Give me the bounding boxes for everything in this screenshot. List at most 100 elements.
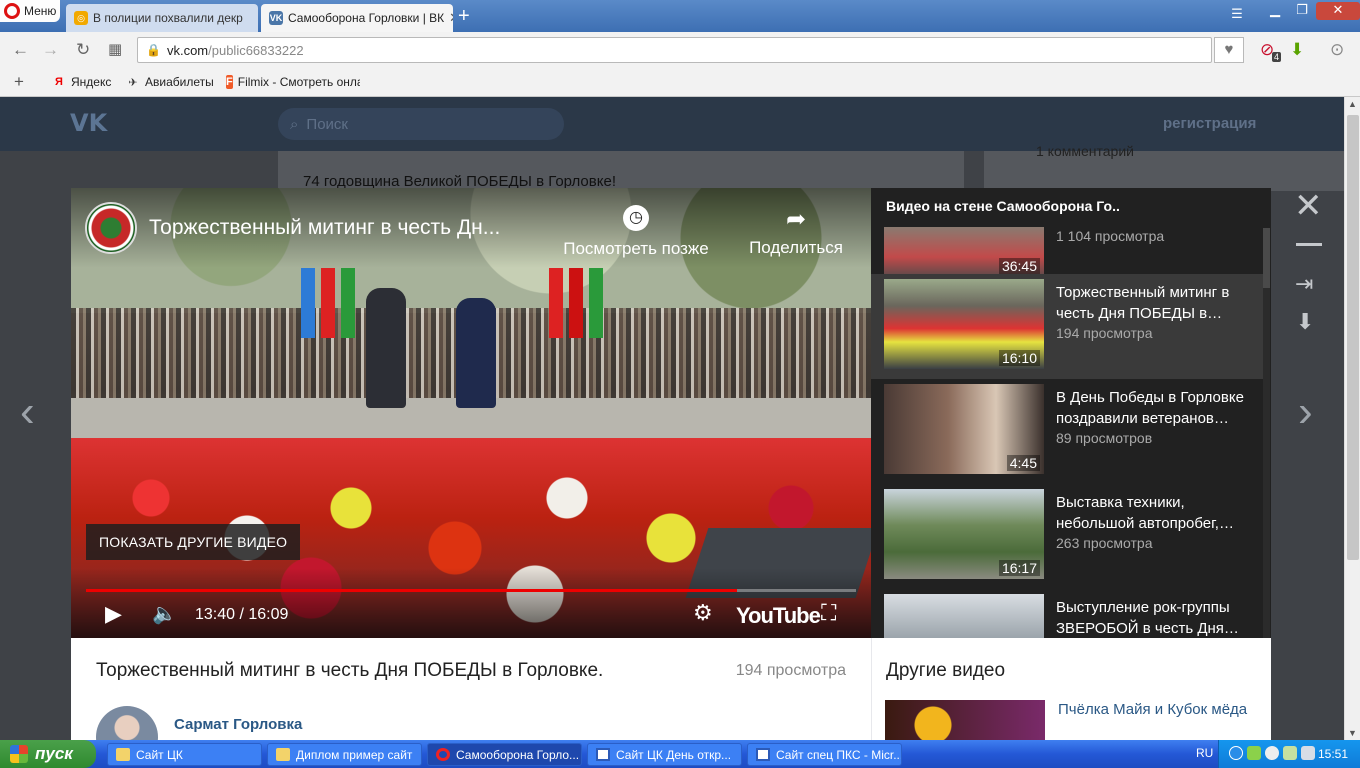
video-frame-flag <box>569 268 583 338</box>
playlist-thumbnail: 4:45 <box>884 384 1044 474</box>
register-link[interactable]: регистрация <box>1163 115 1256 132</box>
bookmark-filmix[interactable]: F Filmix - Смотреть онлай <box>226 75 360 89</box>
video-frame-person <box>366 288 406 408</box>
taskbar-item-label: Самооборона Горло... <box>456 747 580 762</box>
other-video-thumbnail[interactable] <box>885 700 1045 740</box>
share-button[interactable]: ➦ Поделиться <box>741 205 851 258</box>
opera-menu-button[interactable]: Меню <box>0 0 60 22</box>
folder-icon <box>116 748 130 761</box>
tray-monitor-icon[interactable] <box>1283 746 1297 760</box>
author-name-link[interactable]: Сармат Горловка <box>174 716 302 733</box>
url-path: /public66833222 <box>208 42 304 58</box>
taskbar-item[interactable]: Сайт ЦК День откр... <box>587 743 742 766</box>
progress-bar[interactable] <box>86 589 856 592</box>
show-more-videos-button[interactable]: ПОКАЗАТЬ ДРУГИЕ ВИДЕО <box>86 524 301 560</box>
taskbar-item[interactable]: Сайт ЦК <box>107 743 262 766</box>
taskbar-item-active[interactable]: Самооборона Горло... <box>427 743 582 766</box>
channel-avatar[interactable] <box>85 202 137 254</box>
tray-volume-icon[interactable] <box>1301 746 1315 760</box>
playlist-item-current[interactable]: 16:10 Торжественный митинг в честь Дня П… <box>871 274 1263 379</box>
start-label: пуск <box>35 744 73 763</box>
views-label: 1 104 просмотра <box>1056 228 1165 244</box>
minimize-button[interactable]: ▁ <box>1262 2 1288 20</box>
video-player[interactable]: Торжественный митинг в честь Дн... ◷ Пос… <box>71 188 871 638</box>
playlist-item[interactable]: Выступление рок-группы ЗВЕРОБОЙ в честь … <box>871 589 1263 638</box>
back-icon[interactable]: ← <box>12 40 29 60</box>
playlist-item-title: В День Победы в Горловке поздравили вете… <box>1056 389 1244 427</box>
bookmark-yandex[interactable]: Я Яндекс <box>52 75 111 89</box>
playlist-item[interactable]: 4:45 В День Победы в Горловке поздравили… <box>871 379 1263 484</box>
youtube-logo[interactable]: YouTube <box>736 603 821 629</box>
news-favicon-icon: ◎ <box>74 11 88 25</box>
tab-close-icon[interactable]: ✕ <box>449 10 453 26</box>
tray-network-icon[interactable] <box>1247 746 1261 760</box>
vk-logo[interactable]: VK <box>70 109 112 137</box>
download-video-icon[interactable]: ⬇ <box>1296 309 1314 335</box>
add-bookmark-icon[interactable]: + <box>14 72 24 92</box>
volume-icon[interactable]: 🔈 <box>152 601 177 626</box>
video-views: 194 просмотра <box>735 662 846 679</box>
dock-video-icon[interactable]: ⇥ <box>1295 271 1313 297</box>
new-tab-button[interactable]: + <box>458 6 470 26</box>
tab-news[interactable]: ◎ В полиции похвалили декр <box>66 4 258 32</box>
url-field[interactable]: 🔒 vk.com/public66833222 <box>137 37 1212 63</box>
playlist-thumbnail: 36:45 <box>884 227 1044 277</box>
speed-dial-icon[interactable]: ▦ <box>108 40 122 58</box>
video-frame-flag <box>321 268 335 338</box>
prev-video-arrow-icon[interactable]: ‹ <box>20 387 35 437</box>
clock-icon: ◷ <box>623 205 649 231</box>
other-videos-heading: Другие видео <box>886 660 1006 681</box>
clock: 15:51 <box>1317 747 1348 761</box>
download-extension-icon[interactable]: ⬇ <box>1290 40 1304 60</box>
taskbar-item[interactable]: Диплом пример сайт <box>267 743 422 766</box>
other-video-title-link[interactable]: Пчёлка Майя и Кубок мёда <box>1058 700 1258 720</box>
next-video-arrow-icon[interactable]: › <box>1298 387 1313 437</box>
bookmarks-bar: + Я Яндекс ✈ Авиабилеты F Filmix - Смотр… <box>0 68 1360 97</box>
video-frame-flag <box>549 268 563 338</box>
video-title-overlay[interactable]: Торжественный митинг в честь Дн... <box>149 216 500 240</box>
bookmark-label: Авиабилеты <box>145 75 214 89</box>
start-button[interactable]: пуск <box>0 740 96 768</box>
vk-search-input[interactable]: ⌕ Поиск <box>278 108 564 140</box>
downloads-icon[interactable]: ⊙ <box>1330 40 1344 60</box>
page-scrollbar[interactable]: ▲ ▼ <box>1344 97 1360 740</box>
page-scroll-thumb[interactable] <box>1347 115 1359 560</box>
scroll-down-icon[interactable]: ▼ <box>1348 728 1357 738</box>
tray-back-icon[interactable] <box>1229 746 1243 760</box>
views-label: 89 просмотров <box>1056 430 1153 446</box>
taskbar-item[interactable]: Сайт спец ПКС - Micr... <box>747 743 902 766</box>
maximize-button[interactable]: ❐ <box>1289 2 1315 20</box>
playlist-item[interactable]: 16:17 Выставка техники, небольшой автопр… <box>871 484 1263 589</box>
close-video-icon[interactable]: ✕ <box>1294 189 1323 223</box>
playlist-scrollbar[interactable] <box>1263 228 1270 638</box>
playlist-thumbnail: 16:17 <box>884 489 1044 579</box>
tab-menu-icon[interactable]: ☰ <box>1224 6 1250 24</box>
watch-later-button[interactable]: ◷ Посмотреть позже <box>556 205 716 259</box>
taskbar-item-label: Сайт спец ПКС - Micr... <box>776 747 902 762</box>
bookmark-heart-icon[interactable]: ♥ <box>1214 37 1244 63</box>
reload-icon[interactable]: ↻ <box>76 40 90 60</box>
tray-app-icon[interactable] <box>1265 746 1279 760</box>
video-frame-person <box>456 298 496 408</box>
settings-gear-icon[interactable]: ⚙ <box>693 600 713 626</box>
close-window-button[interactable]: ✕ <box>1316 2 1360 20</box>
forward-icon[interactable]: → <box>42 40 59 60</box>
bookmark-avia[interactable]: ✈ Авиабилеты <box>126 75 214 89</box>
playlist-thumbnail: 16:10 <box>884 279 1044 369</box>
playlist-item[interactable]: 36:45 1 104 просмотра <box>871 188 1263 277</box>
time-display: 13:40 / 16:09 <box>195 606 289 623</box>
taskbar-item-label: Диплом пример сайт <box>296 747 413 762</box>
tab-vk[interactable]: VK Самооборона Горловки | ВК ✕ <box>261 4 453 32</box>
author-avatar[interactable] <box>96 706 158 740</box>
scroll-up-icon[interactable]: ▲ <box>1348 99 1357 109</box>
minimize-video-icon[interactable] <box>1296 243 1322 246</box>
playlist-item-title: Выступление рок-группы ЗВЕРОБОЙ в честь … <box>1056 599 1239 637</box>
fullscreen-icon[interactable]: ⛶ <box>821 600 836 626</box>
address-bar-row: ← → ↻ ▦ 🔒 vk.com/public66833222 ♥ ⊘ 4 ⬇ … <box>0 32 1360 68</box>
playlist-scroll-thumb[interactable] <box>1263 228 1270 288</box>
taskbar-item-label: Сайт ЦК <box>136 747 183 762</box>
language-indicator[interactable]: RU <box>1196 746 1213 760</box>
play-icon[interactable]: ▶ <box>105 601 122 627</box>
word-icon <box>756 748 770 761</box>
playlist-panel: Видео на стене Самооборона Го.. 36:45 1 … <box>871 188 1271 638</box>
